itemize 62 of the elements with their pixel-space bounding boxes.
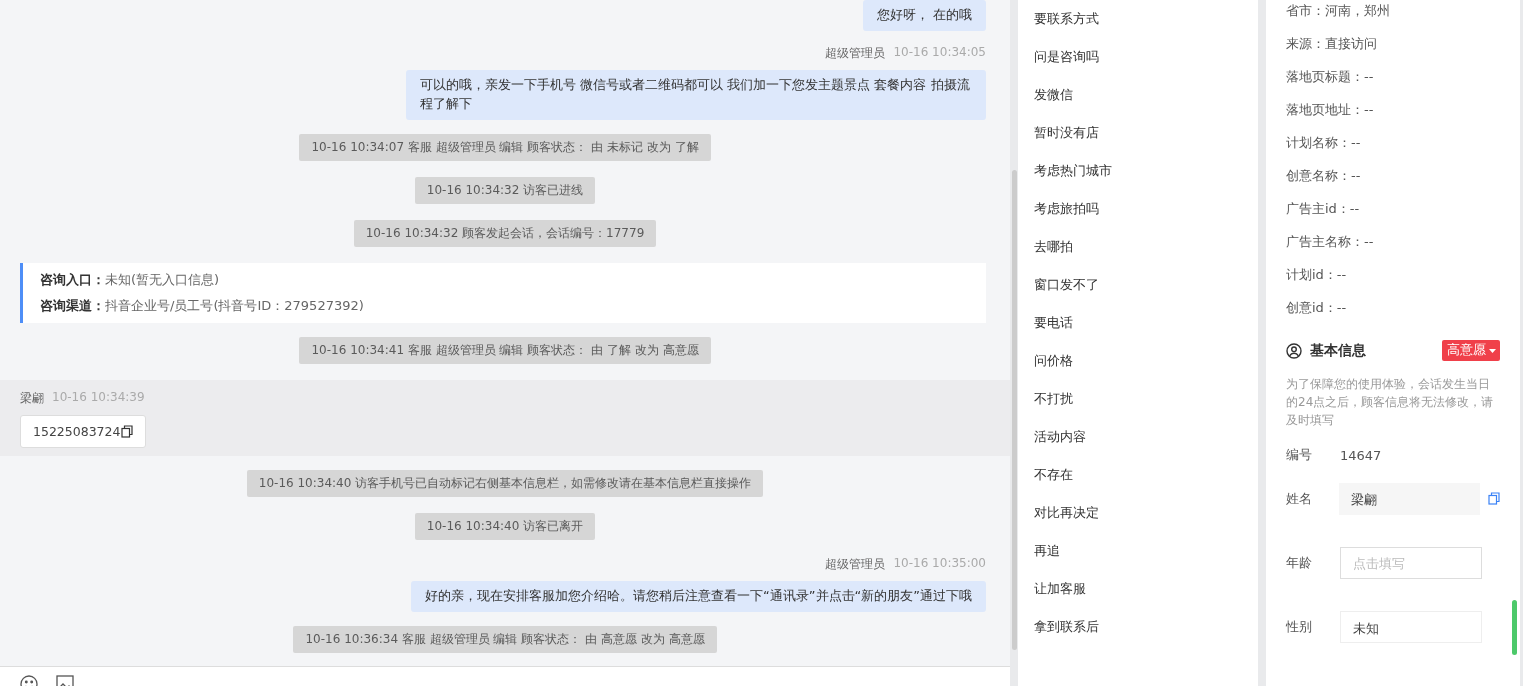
status-dropdown[interactable]: 高意愿 [1442,340,1500,361]
quick-reply-item[interactable]: 暂时没有店 [1034,114,1258,152]
gender-field[interactable]: 未知 [1340,611,1482,643]
quick-reply-item[interactable]: 问价格 [1034,342,1258,380]
visitor-info-row-text: 创意id：-- [1286,299,1348,317]
visitor-info-row-text: 广告主名称：-- [1286,233,1375,251]
sender-name: 梁翩 [20,390,44,407]
message-bubble: 可以的哦，亲发一下手机号 微信号或者二维码都可以 我们加一下您发主题景点 套餐内容 拍摄流程了解下 [406,70,986,120]
quick-reply-item[interactable]: 要电话 [1034,304,1258,342]
quick-reply-item[interactable]: 再追 [1034,532,1258,570]
quick-reply-item[interactable]: 窗口发不了 [1034,266,1258,304]
visitor-info-row-text: 落地页标题：-- [1286,68,1375,86]
quick-reply-item[interactable]: 考虑热门城市 [1034,152,1258,190]
visitor-info-row-text: 计划名称：-- [1286,134,1362,152]
field-value: 14647 [1340,447,1382,463]
scrollbar[interactable] [1512,600,1517,655]
visitor-info-row-text: 来源：直接访问 [1286,35,1378,53]
name-field[interactable]: 梁翩 [1339,483,1480,515]
age-input[interactable]: 点击填写 [1340,547,1482,579]
quick-reply-item[interactable]: 去哪拍 [1034,228,1258,266]
system-notice: 10-16 10:36:34 客服 超级管理员 编辑 顾客状态： 由 高意愿 改为 高意愿 [293,626,717,653]
visitor-info-row-text: 省市：河南，郑州 [1286,2,1391,20]
quick-reply-item[interactable]: 问是咨询吗 [1034,38,1258,76]
notice-text: 为了保障您的使用体验，会话发生当日的24点之后，顾客信息将无法修改，请及时填写 [1286,376,1495,429]
field-label: 姓名 [1286,490,1313,508]
visitor-info-row-text: 创意名称：-- [1286,167,1362,185]
quick-reply-item[interactable]: 不打扰 [1034,380,1258,418]
quick-reply-item[interactable]: 让加客服 [1034,570,1258,608]
channel-info-line: 咨询渠道：抖音企业号/员工号(抖音号ID：279527392) [40,297,365,315]
message-bubble: 好的亲，现在安排客服加您介绍哈。请您稍后注意查看一下“通讯录”并点击“新的朋友”通过下哦 [411,581,986,612]
system-notice: 10-16 10:34:40 访客已离开 [414,513,596,540]
visitor-info-row-text: 计划id：-- [1286,266,1348,284]
message-time: 10-16 10:34:05 [893,45,986,61]
field-label: 性别 [1286,618,1313,636]
message-time: 10-16 10:35:00 [893,556,986,572]
user-circle-icon [1286,342,1302,359]
message-bubble: 您好呀， 在的哦 [862,0,986,31]
field-label: 编号 [1286,446,1313,464]
quick-reply-item[interactable]: 活动内容 [1034,418,1258,456]
section-title: 基本信息 [1310,341,1367,360]
copy-icon[interactable] [121,425,134,438]
system-notice: 10-16 10:34:07 客服 超级管理员 编辑 顾客状态： 由 未标记 改为 了解 [299,134,711,161]
quick-reply-item[interactable]: 拿到联系后 [1034,608,1258,646]
sender-name: 超级管理员 [825,556,886,573]
visitor-info-row-text: 落地页地址：-- [1286,101,1375,119]
channel-info-line: 咨询入口：未知(暂无入口信息) [40,271,221,289]
quick-reply-item[interactable]: 对比再决定 [1034,494,1258,532]
system-notice: 10-16 10:34:32 访客已进线 [414,177,596,204]
visitor-info-row-text: 广告主id：-- [1286,200,1361,218]
caret-icon [1489,348,1496,353]
scrollbar[interactable] [1012,170,1017,650]
quick-reply-item[interactable]: 考虑旅拍吗 [1034,190,1258,228]
quick-reply-item[interactable]: 要联系方式 [1034,0,1258,38]
sender-name: 超级管理员 [825,45,886,62]
system-notice: 10-16 10:34:41 客服 超级管理员 编辑 顾客状态： 由 了解 改为 高意愿 [299,337,711,364]
message-bubble: 15225083724 [20,415,147,448]
field-label: 年龄 [1286,554,1313,572]
system-notice: 10-16 10:34:32 顾客发起会话，会话编号：17779 [353,220,657,247]
quick-reply-item[interactable]: 不存在 [1034,456,1258,494]
quick-reply-item[interactable]: 发微信 [1034,76,1258,114]
message-time: 10-16 10:34:39 [52,390,145,406]
system-notice: 10-16 10:34:40 访客手机号已自动标记右侧基本信息栏，如需修改请在基本信息栏直接操作 [246,470,764,497]
